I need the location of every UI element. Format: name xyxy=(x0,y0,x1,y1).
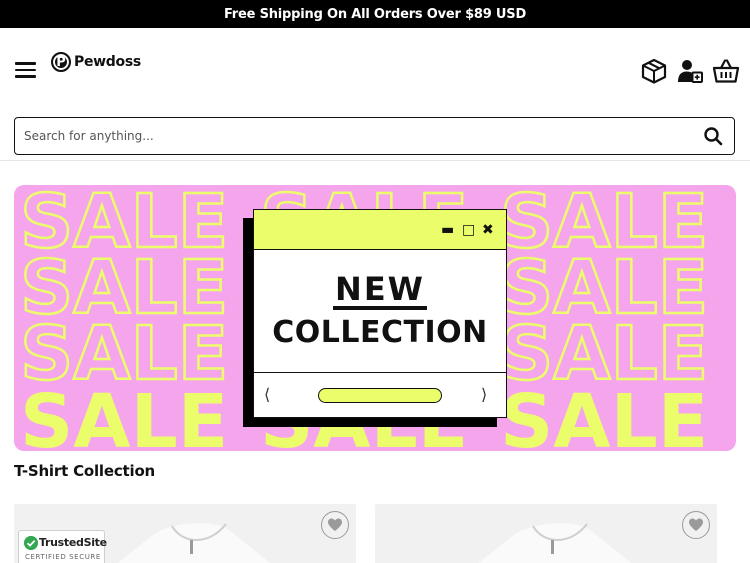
product-card[interactable] xyxy=(375,504,717,563)
slider-pill[interactable] xyxy=(318,388,442,403)
site-header: P Pewdoss xyxy=(0,28,750,108)
wishlist-button[interactable] xyxy=(321,511,349,539)
popup-footer: ⟨ ⟩ xyxy=(254,373,506,416)
wishlist-button[interactable] xyxy=(682,511,710,539)
account-icon[interactable] xyxy=(676,57,704,85)
search-bar xyxy=(14,117,735,155)
tshirt-image xyxy=(478,523,632,563)
check-icon xyxy=(24,536,38,550)
badge-subtitle: CERTIFIED SECURE xyxy=(25,553,101,561)
heart-icon xyxy=(328,518,342,531)
section-title: T-Shirt Collection xyxy=(14,462,156,480)
chevron-right-icon[interactable]: ⟩ xyxy=(481,385,487,404)
header-divider xyxy=(0,160,750,161)
popup-titlebar: ▬ □ ✖ xyxy=(254,210,506,250)
sale-banner[interactable]: SALE SALE SALE SALE SALE SALE SALE SALE … xyxy=(14,185,736,451)
menu-icon[interactable] xyxy=(15,62,36,78)
sale-word: SALE xyxy=(500,379,708,451)
chevron-left-icon[interactable]: ⟨ xyxy=(264,385,270,404)
basket-icon[interactable] xyxy=(712,57,740,85)
announcement-text: Free Shipping On All Orders Over $89 USD xyxy=(223,6,527,22)
trustedsite-badge[interactable]: TrustedSite CERTIFIED SECURE xyxy=(18,530,107,563)
announcement-bar: Free Shipping On All Orders Over $89 USD xyxy=(0,0,750,28)
minimize-icon[interactable]: ▬ xyxy=(441,223,454,237)
package-icon[interactable] xyxy=(640,57,668,85)
logo[interactable]: P Pewdoss xyxy=(51,52,141,72)
maximize-icon[interactable]: □ xyxy=(462,223,475,237)
popup-title-new: NEW xyxy=(333,270,427,310)
search-input[interactable] xyxy=(24,129,684,143)
logo-mark: P xyxy=(51,52,71,72)
collection-popup: ▬ □ ✖ NEW COLLECTION ⟨ ⟩ xyxy=(253,209,507,418)
close-icon[interactable]: ✖ xyxy=(482,223,494,237)
popup-body: NEW COLLECTION xyxy=(254,250,506,373)
search-icon[interactable] xyxy=(703,126,723,146)
badge-name: TrustedSite xyxy=(39,536,107,549)
logo-text: Pewdoss xyxy=(74,54,141,70)
popup-title-collection: COLLECTION xyxy=(272,315,488,350)
sale-word: SALE xyxy=(20,379,228,451)
heart-icon xyxy=(689,518,703,531)
